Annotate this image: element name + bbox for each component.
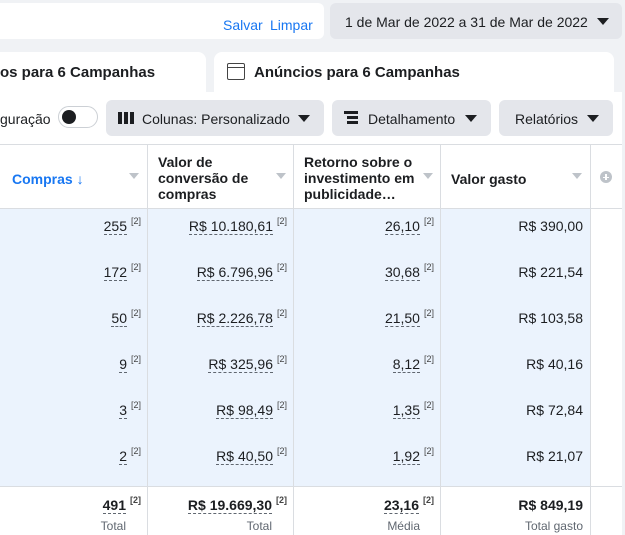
total-roas: 23,16 [2] [383, 495, 434, 514]
total-roas-caption: Média [387, 519, 420, 533]
tab-ads-label: Anúncios para 6 Campanhas [254, 64, 460, 81]
filter-box[interactable]: Salvar Limpar [0, 3, 324, 39]
cell-roas: 30,68 [2] [384, 262, 434, 281]
date-range-picker[interactable]: 1 de Mar de 2022 a 31 de Mar de 2022 [330, 3, 622, 39]
cell-purchases: 2 [2] [119, 446, 141, 465]
chevron-down-icon [597, 18, 609, 25]
table-row[interactable]: 2 [2] R$ 40,50 [2] 1,92 [2] R$ 21,07 [0, 440, 590, 486]
cell-conversion-value: R$ 98,49 [2] [216, 400, 287, 419]
chevron-down-icon [298, 115, 310, 122]
cell-purchases: 255 [2] [103, 216, 141, 235]
breakdown-button-label: Detalhamento [368, 111, 456, 127]
cell-amount-spent: R$ 21,07 [526, 448, 583, 464]
cell-roas: 26,10 [2] [384, 216, 434, 235]
columns-button-label: Colunas: Personalizado [142, 111, 290, 127]
column-header-amount-spent[interactable]: Valor gasto [441, 145, 591, 208]
cell-conversion-value: R$ 40,50 [2] [216, 446, 287, 465]
cell-purchases: 9 [2] [119, 354, 141, 373]
reports-button[interactable]: Relatórios [499, 100, 613, 136]
sort-icon[interactable] [276, 173, 286, 179]
table-row[interactable]: 9 [2] R$ 325,96 [2] 8,12 [2] R$ 40,16 [0, 348, 590, 394]
column-header-label: Valor de conversão de compras [158, 154, 249, 202]
ad-icon [227, 63, 245, 80]
total-amount-spent-caption: Total gasto [524, 519, 583, 533]
column-divider [590, 145, 591, 535]
cell-conversion-value: R$ 2.226,78 [2] [196, 308, 287, 327]
table-row[interactable]: 255 [2] R$ 10.180,61 [2] 26,10 [2] R$ 390,00 [0, 210, 590, 256]
column-header-purchases[interactable]: Compras ↓ [0, 145, 148, 208]
cell-amount-spent: R$ 72,84 [526, 402, 583, 418]
top-bar: Salvar Limpar 1 de Mar de 2022 a 31 de M… [0, 0, 625, 44]
add-column-icon[interactable] [600, 171, 612, 183]
chevron-down-icon [587, 115, 599, 122]
toggle-knob [62, 110, 76, 124]
breakdown-button[interactable]: Detalhamento [332, 100, 491, 136]
cell-conversion-value: R$ 325,96 [2] [208, 354, 287, 373]
column-header-conversion-value[interactable]: Valor de conversão de compras [148, 145, 294, 208]
cell-roas: 1,92 [2] [392, 446, 434, 465]
sort-icon[interactable] [129, 173, 139, 179]
tab-campaigns-label: os para 6 Campanhas [0, 64, 156, 81]
clear-button[interactable]: Limpar [270, 17, 313, 33]
total-purchases-caption: Total [100, 519, 126, 533]
column-header-label: Compras ↓ [12, 171, 84, 187]
columns-icon [118, 112, 134, 124]
cell-purchases: 172 [2] [103, 262, 141, 281]
toolbar: guração Colunas: Personalizado Detalhame… [0, 92, 622, 144]
cell-conversion-value: R$ 6.796,96 [2] [196, 262, 287, 281]
total-conversion-value: R$ 19.669,30 [2] [187, 495, 287, 514]
chevron-down-icon [465, 115, 477, 122]
data-table: Compras ↓ Valor de conversão de compras … [0, 144, 622, 535]
columns-button[interactable]: Colunas: Personalizado [106, 100, 324, 136]
reports-button-label: Relatórios [515, 111, 579, 127]
sort-icon[interactable] [423, 173, 433, 179]
cell-amount-spent: R$ 390,00 [518, 218, 583, 234]
cell-amount-spent: R$ 221,54 [518, 264, 583, 280]
sort-icon[interactable] [572, 173, 582, 179]
column-header-label: Valor gasto [451, 171, 527, 187]
breakdown-icon [344, 111, 358, 125]
date-range-label: 1 de Mar de 2022 a 31 de Mar de 2022 [345, 14, 588, 30]
cell-amount-spent: R$ 103,58 [518, 310, 583, 326]
total-purchases: 491 [2] [102, 495, 141, 514]
column-header-label: Retorno sobre o investimento em publicid… [304, 154, 415, 202]
total-amount-spent: R$ 849,19 [518, 497, 583, 513]
table-row[interactable]: 3 [2] R$ 98,49 [2] 1,35 [2] R$ 72,84 [0, 394, 590, 440]
table-row[interactable]: 172 [2] R$ 6.796,96 [2] 30,68 [2] R$ 221,54 [0, 256, 590, 302]
cell-roas: 1,35 [2] [392, 400, 434, 419]
total-conversion-caption: Total [246, 519, 272, 533]
cell-roas: 8,12 [2] [392, 354, 434, 373]
configuration-label: guração [0, 111, 51, 127]
cell-conversion-value: R$ 10.180,61 [2] [188, 216, 287, 235]
header-divider [0, 208, 622, 209]
column-header-roas[interactable]: Retorno sobre o investimento em publicid… [294, 145, 441, 208]
cell-purchases: 3 [2] [119, 400, 141, 419]
configuration-toggle[interactable] [58, 106, 98, 128]
table-row[interactable]: 50 [2] R$ 2.226,78 [2] 21,50 [2] R$ 103,58 [0, 302, 590, 348]
cell-purchases: 50 [2] [111, 308, 141, 327]
cell-amount-spent: R$ 40,16 [526, 356, 583, 372]
cell-roas: 21,50 [2] [384, 308, 434, 327]
totals-divider [0, 486, 622, 487]
save-button[interactable]: Salvar [223, 17, 263, 33]
